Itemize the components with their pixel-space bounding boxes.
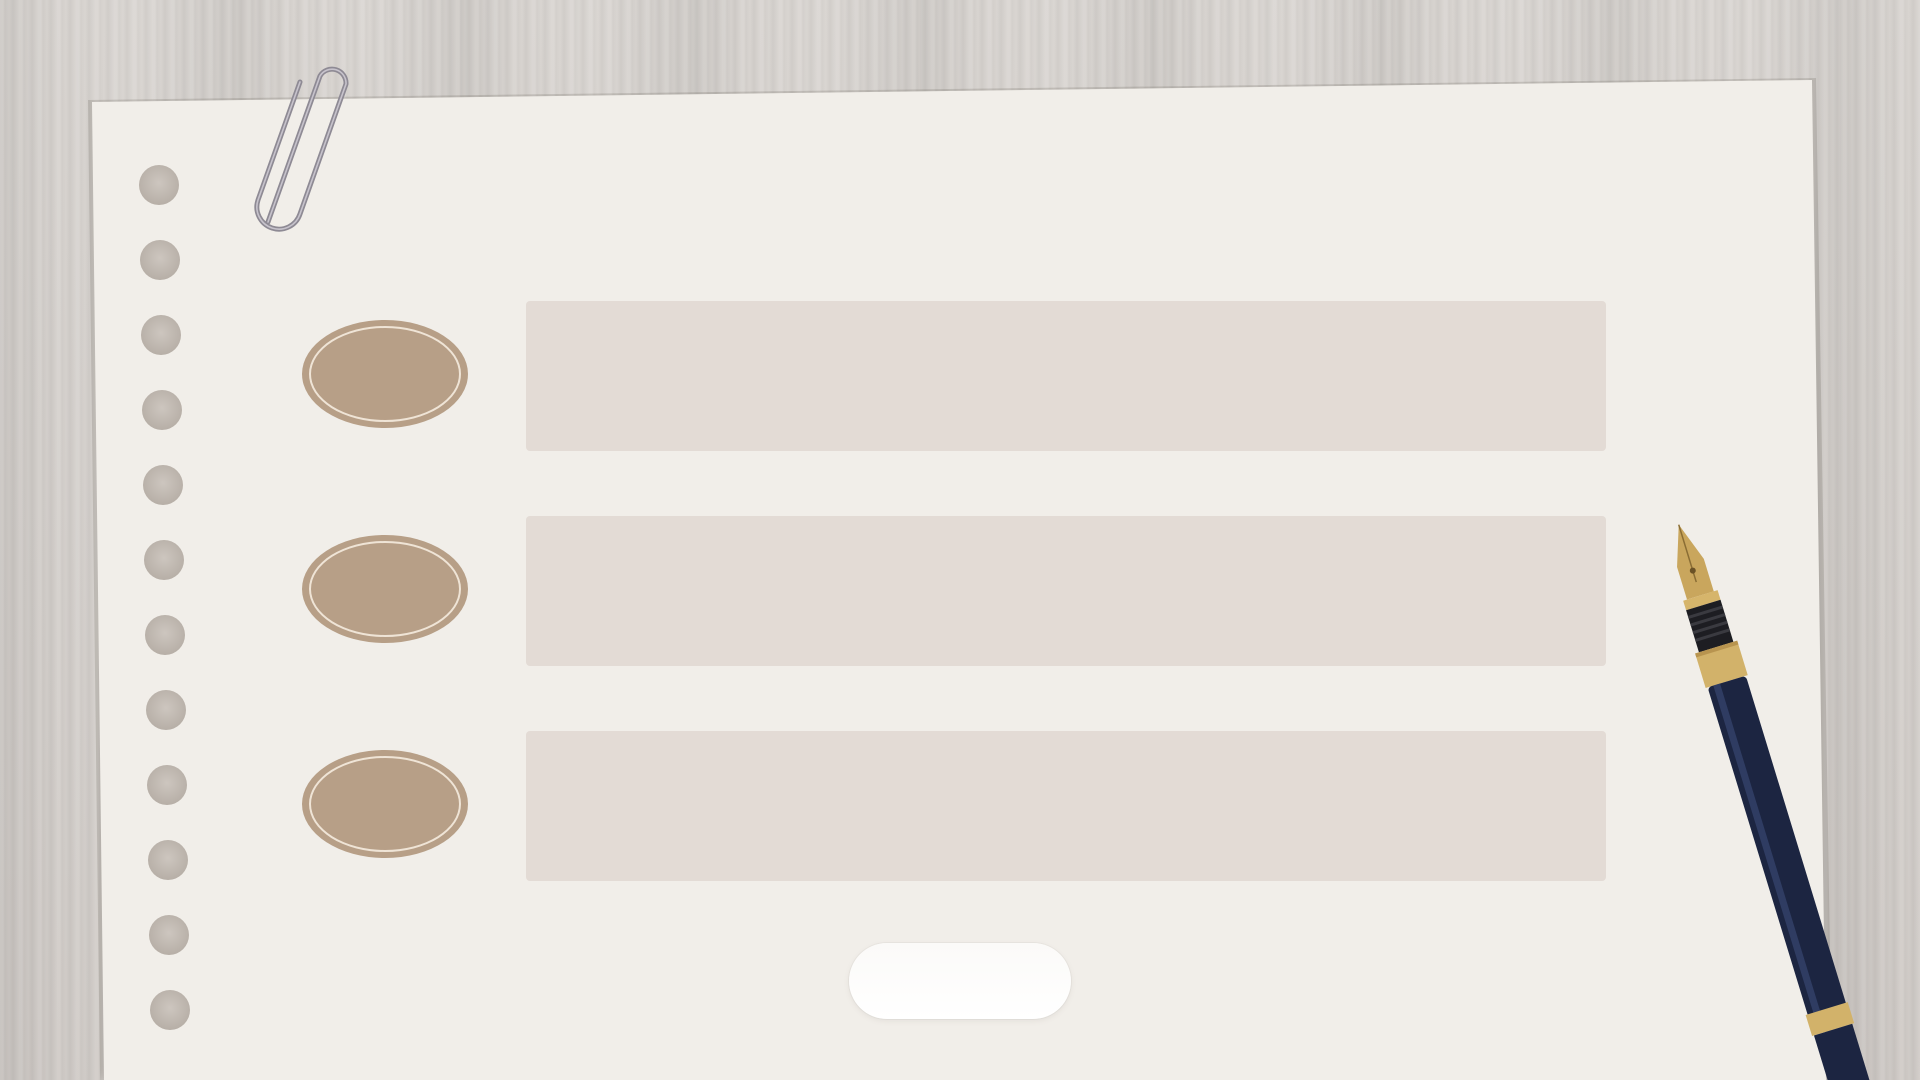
list-item <box>0 301 1920 451</box>
paperclip-icon <box>254 66 349 232</box>
list-item <box>0 516 1920 666</box>
action-button[interactable] <box>849 943 1071 1019</box>
item-text-box[interactable] <box>526 731 1606 881</box>
fountain-pen-icon <box>1677 524 1870 1080</box>
item-badge <box>302 750 468 858</box>
list-item <box>0 731 1920 881</box>
item-text-box[interactable] <box>526 516 1606 666</box>
item-badge <box>302 320 468 428</box>
item-text-box[interactable] <box>526 301 1606 451</box>
item-badge <box>302 535 468 643</box>
